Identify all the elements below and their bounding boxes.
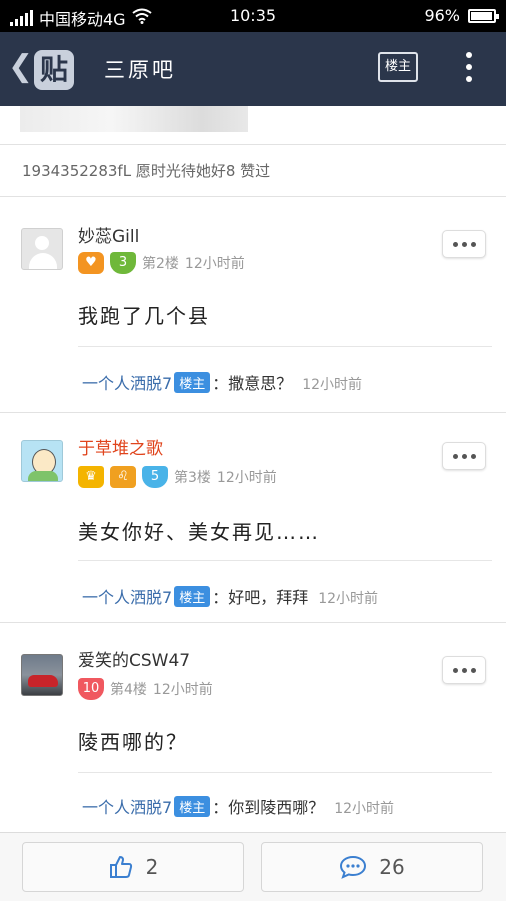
divider — [0, 622, 506, 623]
divider — [0, 144, 506, 145]
username[interactable]: 于草堆之歌 — [78, 434, 163, 459]
floor-more-button[interactable] — [442, 656, 486, 684]
bottom-action-bar: 2 26 — [0, 832, 506, 901]
floor-number: 第4楼 — [110, 682, 147, 698]
member-badge-icon: ♥ — [78, 252, 104, 274]
post-image[interactable] — [20, 106, 248, 132]
status-bar: 中国移动4G 10:35 96% — [0, 0, 506, 32]
like-tagline: 1934352283fL 愿时光待她好8 赞过 — [22, 162, 271, 180]
floor-more-button[interactable] — [442, 230, 486, 258]
battery-icon — [468, 8, 499, 23]
level-badge: 10 — [78, 678, 104, 700]
post-text: 陵西哪的？ — [78, 730, 188, 754]
more-menu-icon[interactable] — [462, 52, 476, 86]
crown-badge-icon: ♛ — [78, 466, 104, 488]
comment-button[interactable]: 26 — [261, 842, 483, 892]
reply-time: 12小时前 — [302, 377, 363, 393]
reply-time: 12小时前 — [334, 801, 395, 817]
reply-divider — [78, 346, 492, 347]
floor-number: 第2楼 — [142, 256, 179, 272]
host-tag: 楼主 — [174, 586, 211, 607]
reply-time: 12小时前 — [318, 591, 379, 607]
reply-author[interactable]: 一个人洒脱7 — [82, 588, 172, 607]
level-badge: 3 — [110, 252, 136, 274]
sub-reply[interactable]: 一个人洒脱7 楼主 ：你到陵西哪？ 12小时前 — [82, 794, 394, 818]
avatar[interactable] — [21, 654, 63, 696]
avatar[interactable] — [21, 228, 63, 270]
reply-text: ：撒意思？ — [212, 374, 293, 393]
battery-percent: 96% — [424, 6, 460, 25]
floor-number: 第3楼 — [174, 470, 211, 486]
thumbs-up-icon — [108, 854, 134, 880]
comment-count: 26 — [379, 855, 405, 879]
post-time: 12小时前 — [184, 256, 245, 272]
user-badges: 10 第4楼 12小时前 — [78, 678, 213, 700]
back-icon[interactable]: ❮ — [8, 50, 33, 84]
user-badges: ♛ ♌ 5 第3楼 12小时前 — [78, 466, 277, 488]
post-text: 美女你好、美女再见…… — [78, 520, 320, 544]
thread-content[interactable]: 1934352283fL 愿时光待她好8 赞过 妙蕊Gill ♥ 3 第2楼 1… — [0, 106, 506, 832]
comment-bubble-icon — [339, 854, 367, 880]
post-text: 我跑了几个县 — [78, 304, 210, 328]
like-button[interactable]: 2 — [22, 842, 244, 892]
tieba-logo[interactable]: 贴 — [34, 50, 74, 90]
username[interactable]: 妙蕊Gill — [78, 222, 139, 247]
like-count: 2 — [145, 855, 159, 879]
reply-text: ：你到陵西哪？ — [212, 798, 325, 817]
host-only-button[interactable]: 楼主 — [378, 52, 418, 82]
divider — [0, 196, 506, 197]
divider — [0, 412, 506, 413]
host-tag: 楼主 — [174, 372, 211, 393]
status-right: 96% — [424, 6, 499, 25]
page-title: 三原吧 — [104, 58, 176, 82]
reply-divider — [78, 772, 492, 773]
floor-more-button[interactable] — [442, 442, 486, 470]
app-header: ❮ 贴 三原吧 楼主 — [0, 32, 506, 106]
reply-divider — [78, 560, 492, 561]
avatar[interactable] — [21, 440, 63, 482]
leo-badge-icon: ♌ — [110, 466, 136, 488]
post-time: 12小时前 — [216, 470, 277, 486]
sub-reply[interactable]: 一个人洒脱7 楼主 ：好吧，拜拜 12小时前 — [82, 584, 378, 608]
post-time: 12小时前 — [152, 682, 213, 698]
reply-author[interactable]: 一个人洒脱7 — [82, 374, 172, 393]
reply-text: ：好吧，拜拜 — [212, 588, 309, 607]
username[interactable]: 爱笑的CSW47 — [78, 646, 190, 671]
user-badges: ♥ 3 第2楼 12小时前 — [78, 252, 245, 274]
level-badge: 5 — [142, 466, 168, 488]
reply-author[interactable]: 一个人洒脱7 — [82, 798, 172, 817]
host-tag: 楼主 — [174, 796, 211, 817]
sub-reply[interactable]: 一个人洒脱7 楼主 ：撒意思？ 12小时前 — [82, 370, 362, 394]
